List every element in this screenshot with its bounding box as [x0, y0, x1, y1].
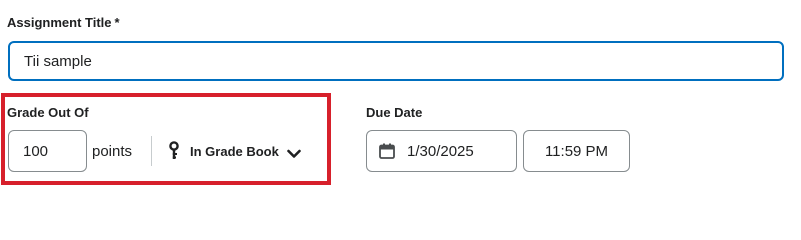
grade-points-input[interactable]	[8, 130, 87, 172]
due-date-label: Due Date	[366, 105, 423, 120]
due-time-input[interactable]: 11:59 PM	[523, 130, 630, 172]
due-time-value: 11:59 PM	[544, 142, 609, 160]
points-unit-label: points	[92, 143, 133, 160]
in-grade-book-button[interactable]: In Grade Book	[168, 134, 301, 168]
grade-out-of-label: Grade Out Of	[7, 105, 89, 120]
assignment-title-label: Assignment Title *	[7, 15, 120, 30]
calendar-icon	[379, 143, 395, 159]
in-grade-book-label: In Grade Book	[190, 143, 279, 159]
due-date-value: 1/30/2025	[407, 142, 474, 160]
chevron-down-icon	[287, 146, 301, 158]
grade-divider	[151, 136, 152, 166]
assignment-title-input[interactable]	[8, 41, 784, 81]
assignment-title-label-text: Assignment Title	[7, 15, 112, 30]
due-date-input[interactable]: 1/30/2025	[366, 130, 517, 172]
required-marker: *	[114, 15, 120, 30]
key-icon	[168, 141, 180, 161]
